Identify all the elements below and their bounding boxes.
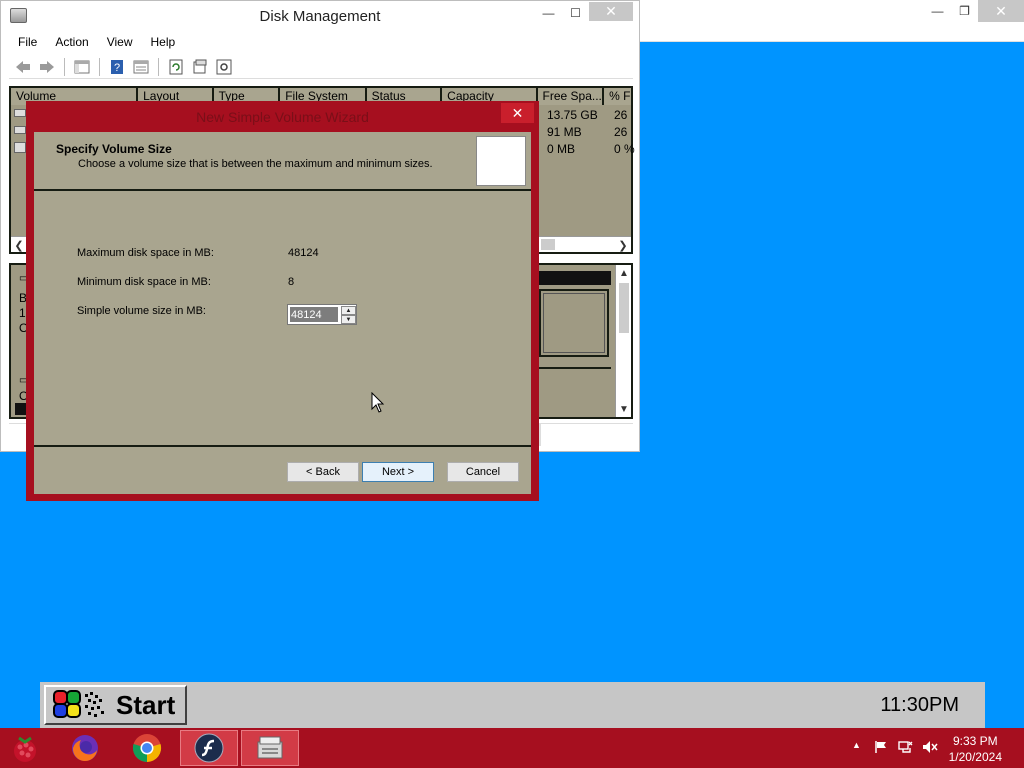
- refresh-icon[interactable]: [166, 57, 186, 77]
- menu-bar: File Action View Help: [9, 33, 633, 53]
- wizard-header-image: [476, 136, 526, 186]
- vertical-scrollbar[interactable]: ▲ ▼: [615, 265, 631, 417]
- volume-muted-icon[interactable]: [922, 740, 938, 757]
- free-space-cell: 13.75 GB: [547, 108, 598, 122]
- partition-block[interactable]: [539, 289, 609, 357]
- dialog-close-button[interactable]: ✕: [501, 103, 534, 123]
- toolbar-separator: [99, 57, 100, 76]
- column-percent-free[interactable]: % F: [604, 88, 631, 105]
- network-icon[interactable]: [898, 740, 914, 757]
- rescan-disks-icon[interactable]: [190, 57, 210, 77]
- disk-management-icon[interactable]: [241, 730, 299, 766]
- start-button[interactable]: Start: [44, 685, 187, 725]
- cd-drive-icon: [14, 142, 26, 153]
- spin-up-icon[interactable]: ▲: [341, 306, 356, 315]
- close-button[interactable]: ✕: [589, 2, 633, 21]
- chrome-icon[interactable]: [118, 730, 176, 766]
- percent-free-cell: 26: [614, 108, 628, 122]
- free-space-cell: 0 MB: [547, 142, 576, 156]
- wizard-step-title: Specify Volume Size: [56, 142, 172, 156]
- start-bar: Start 11:30PM: [40, 682, 985, 728]
- partition-divider: [539, 367, 611, 369]
- clock-date: 1/20/2024: [948, 750, 1002, 764]
- max-disk-space-value: 48124: [288, 247, 319, 259]
- minimize-button[interactable]: —: [924, 0, 951, 22]
- start-logo-icon: [52, 689, 110, 721]
- disk-size-fragment: 1: [19, 306, 26, 320]
- volume-size-label: Simple volume size in MB:: [77, 305, 206, 317]
- volume-size-input[interactable]: [290, 307, 338, 322]
- drive-icon: [14, 126, 26, 134]
- disk-settings-icon[interactable]: [214, 57, 234, 77]
- scroll-down-icon[interactable]: ▼: [616, 401, 632, 417]
- min-disk-space-value: 8: [288, 276, 295, 288]
- maximize-button[interactable]: ☐: [562, 2, 589, 24]
- action-center-flag-icon[interactable]: [874, 740, 888, 757]
- min-disk-space-label: Minimum disk space in MB:: [77, 276, 211, 288]
- system-clock[interactable]: 9:33 PM 1/20/2024: [949, 733, 1002, 765]
- dialog-title: New Simple Volume Wizard: [196, 109, 369, 125]
- window-titlebar[interactable]: Disk Management — ☐ ✕: [1, 1, 639, 31]
- caption-buttons: — ☐ ✕: [535, 2, 633, 24]
- footer-separator: [34, 445, 531, 447]
- flash-icon[interactable]: [180, 730, 238, 766]
- clock-time: 9:33 PM: [952, 734, 998, 748]
- restore-button[interactable]: ❐: [951, 0, 978, 22]
- wizard-step-subtitle: Choose a volume size that is between the…: [78, 158, 433, 170]
- cancel-button[interactable]: Cancel: [447, 462, 519, 482]
- toolbar: ?: [9, 55, 633, 79]
- background-window-titlebar[interactable]: — ❐ ✕: [640, 0, 1024, 42]
- max-disk-space-label: Maximum disk space in MB:: [77, 247, 214, 259]
- raspberry-icon[interactable]: [0, 730, 54, 766]
- background-window-caption-buttons: — ❐ ✕: [924, 0, 1024, 22]
- toolbar-separator: [158, 57, 159, 76]
- svg-text:?: ?: [114, 62, 120, 74]
- partition-header-bar: [539, 271, 611, 285]
- show-hidden-icons-chevron-icon[interactable]: ▲: [852, 740, 861, 750]
- start-bar-clock: 11:30PM: [880, 694, 959, 716]
- back-button[interactable]: < Back: [287, 462, 359, 482]
- new-simple-volume-wizard: New Simple Volume Wizard ✕ Specify Volum…: [26, 101, 539, 501]
- scroll-left-icon[interactable]: ❮: [11, 237, 27, 253]
- percent-free-cell: 26: [614, 125, 628, 139]
- dialog-body: Specify Volume Size Choose a volume size…: [34, 132, 531, 494]
- menu-action[interactable]: Action: [46, 33, 97, 53]
- percent-free-cell: 0 %: [614, 142, 635, 156]
- scroll-thumb[interactable]: [619, 283, 629, 333]
- scroll-right-icon[interactable]: ❯: [615, 237, 631, 253]
- menu-help[interactable]: Help: [142, 33, 185, 53]
- mouse-pointer-icon: [371, 391, 385, 417]
- toolbar-separator: [64, 57, 65, 76]
- start-label: Start: [116, 689, 176, 720]
- scroll-up-icon[interactable]: ▲: [616, 265, 632, 281]
- taskbar: ▲ 9:33 PM 1/20/2024: [0, 728, 1024, 768]
- forward-arrow-icon[interactable]: [37, 57, 57, 77]
- properties-list-icon[interactable]: [131, 57, 151, 77]
- menu-file[interactable]: File: [9, 33, 46, 53]
- volume-size-stepper: ▲ ▼: [287, 304, 357, 325]
- wizard-header: Specify Volume Size Choose a volume size…: [34, 132, 531, 191]
- show-console-tree-icon[interactable]: [72, 57, 92, 77]
- close-button[interactable]: ✕: [978, 0, 1024, 22]
- back-arrow-icon[interactable]: [13, 57, 33, 77]
- minimize-button[interactable]: —: [535, 2, 562, 24]
- scroll-thumb[interactable]: [541, 239, 555, 250]
- spin-down-icon[interactable]: ▼: [341, 315, 356, 324]
- menu-view[interactable]: View: [98, 33, 142, 53]
- help-icon[interactable]: ?: [107, 57, 127, 77]
- firefox-icon[interactable]: [56, 730, 114, 766]
- free-space-cell: 91 MB: [547, 125, 582, 139]
- drive-icon: [14, 109, 26, 117]
- column-free-space[interactable]: Free Spa...: [537, 88, 605, 105]
- next-button[interactable]: Next >: [362, 462, 434, 482]
